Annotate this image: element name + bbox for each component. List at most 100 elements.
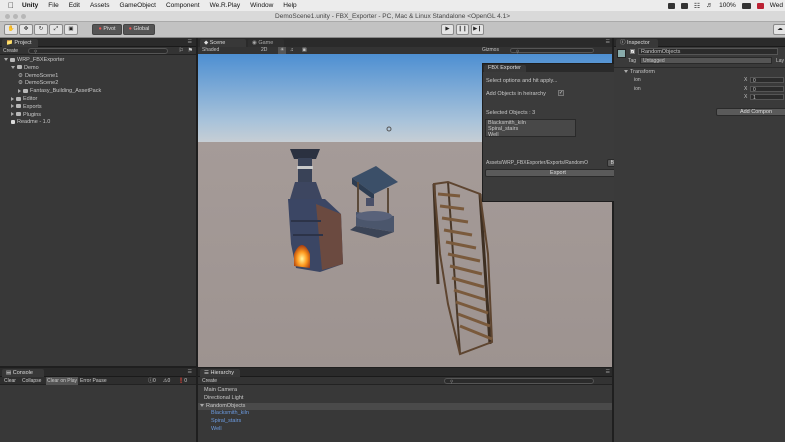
active-checkbox[interactable]: ✓ [630, 49, 635, 54]
export-button[interactable]: Export [485, 169, 631, 177]
battery-percent[interactable]: 100% [719, 2, 736, 9]
project-item-6[interactable]: Exports [11, 104, 42, 111]
scene-gizmo[interactable] [590, 56, 602, 60]
project-item-2[interactable]: ⚙ DemoScene1 [18, 73, 58, 80]
object-name-field[interactable]: RandomObjects [638, 48, 778, 55]
project-search-input[interactable]: ⚲ [28, 48, 168, 54]
transform-header[interactable]: Transform [614, 67, 785, 75]
warning-count[interactable]: ⚠0 [163, 377, 170, 385]
error-count[interactable]: ❗0 [178, 377, 187, 385]
folder-icon [17, 65, 22, 70]
hierarchy-create-button[interactable]: Create [202, 378, 217, 384]
project-item-8[interactable]: Readme - 1.0 [11, 119, 50, 126]
hierarchy-search-input[interactable]: ⚲ [444, 378, 594, 384]
mode-2d-button[interactable]: 2D [261, 47, 267, 54]
pause-icon[interactable]: ❙❙ [456, 24, 469, 35]
scale-tool-icon[interactable]: ⤢ [49, 24, 63, 35]
project-item-7[interactable]: Plugins [11, 112, 41, 119]
global-button[interactable]: ● Global [123, 24, 155, 35]
rect-tool-icon[interactable]: ▣ [64, 24, 78, 35]
project-item-3[interactable]: ⚙ DemoScene2 [18, 80, 58, 87]
menu-window[interactable]: Window [250, 2, 273, 9]
minimize-window-icon[interactable] [13, 14, 18, 19]
hierarchy-item-1[interactable]: Directional Light [198, 395, 612, 402]
tag-dropdown[interactable]: Untagged [640, 57, 772, 64]
shading-dropdown[interactable]: Shaded [202, 47, 219, 53]
tab-game[interactable]: ◉ Game [248, 39, 284, 47]
play-icon[interactable]: ▶ [441, 24, 454, 35]
axis-label: X [744, 85, 748, 92]
hand-tool-icon[interactable]: ✋ [4, 24, 18, 35]
project-item-5[interactable]: Editor [11, 96, 37, 103]
transform-value-field[interactable]: 0 [750, 77, 784, 84]
transform-label: Transform [630, 69, 655, 75]
lighting-toggle-icon[interactable]: ☀ [278, 47, 287, 54]
filter-label-icon[interactable]: ⚑ [188, 47, 193, 55]
menu-gameobject[interactable]: GameObject [119, 2, 156, 9]
project-item-4[interactable]: Fantasy_Building_AssetPack [18, 88, 101, 95]
hierarchy-item-2[interactable]: RandomObjects [198, 402, 612, 410]
panel-menu-icon[interactable]: ☰ [188, 39, 192, 45]
pivot-button[interactable]: ● Pivot [92, 24, 122, 35]
menu-app[interactable]: Unity [22, 2, 38, 9]
audio-toggle-icon[interactable]: ♫ [290, 47, 294, 54]
hierarchy-item-5[interactable]: Well [198, 426, 612, 433]
menu-component[interactable]: Component [166, 2, 200, 9]
move-tool-icon[interactable]: ✥ [19, 24, 33, 35]
transform-value-field[interactable]: 1 [750, 94, 784, 101]
transform-value-field[interactable]: 0 [750, 85, 784, 93]
collapsed-arrow-icon[interactable] [11, 104, 14, 109]
flag-icon[interactable] [756, 2, 764, 9]
menu-edit[interactable]: Edit [69, 2, 80, 9]
console-clear-on-play-button[interactable]: Clear on Play [46, 377, 79, 385]
hierarchy-item-4[interactable]: Spiral_stairs [198, 418, 612, 425]
clock[interactable]: Wed [770, 2, 783, 9]
collapsed-arrow-icon[interactable] [11, 112, 14, 117]
selected-objects-list[interactable]: Blacksmith_kiln Spiral_stairs Well [485, 119, 576, 138]
hierarchy-item-label: RandomObjects [206, 402, 246, 409]
scene-menu-icon[interactable]: ☰ [606, 39, 610, 45]
hierarchy-item-3[interactable]: Blacksmith_kiln [198, 410, 612, 417]
volume-icon[interactable]: ♬ [706, 2, 713, 9]
menu-assets[interactable]: Assets [90, 2, 110, 9]
tab-console[interactable]: ▤ Console [2, 369, 44, 377]
cloud-services-icon[interactable]: ☁ [773, 24, 785, 35]
tab-inspector[interactable]: ⓘ Inspector [616, 39, 658, 47]
hierarchy-menu-icon[interactable]: ☰ [606, 369, 610, 375]
project-item-1[interactable]: Demo [11, 65, 39, 72]
scene-search-input[interactable]: ⚲ [510, 48, 594, 54]
zoom-window-icon[interactable] [21, 14, 26, 19]
gizmos-dropdown[interactable]: Gizmos [482, 47, 499, 54]
airplay-icon[interactable] [667, 2, 675, 9]
hierarchy-item-0[interactable]: Main Camera [198, 387, 612, 394]
add-objects-checkbox[interactable]: ✓ [558, 90, 564, 96]
cloud-icon[interactable] [680, 2, 688, 9]
expanded-arrow-icon[interactable] [200, 403, 204, 407]
project-create-button[interactable]: Create [3, 48, 18, 54]
console-collapse-button[interactable]: Collapse [22, 377, 41, 385]
step-icon[interactable]: ▶❙ [471, 24, 484, 35]
tab-fbx-exporter[interactable]: FBX Exporter [484, 65, 526, 72]
wifi-icon[interactable]: ☷ [694, 2, 700, 10]
menu-file[interactable]: File [48, 2, 58, 9]
console-menu-icon[interactable]: ☰ [188, 369, 192, 375]
filter-type-icon[interactable]: ⚐ [179, 47, 184, 55]
project-item-0[interactable]: WRP_FBXExporter [4, 57, 64, 64]
console-clear-button[interactable]: Clear [4, 377, 16, 385]
rotate-tool-icon[interactable]: ↻ [34, 24, 48, 35]
tab-scene[interactable]: ◆ Scene [200, 39, 246, 47]
tab-hierarchy[interactable]: ☰ Hierarchy [200, 369, 240, 377]
effects-toggle-icon[interactable]: ▣ [302, 47, 307, 54]
close-window-icon[interactable] [5, 14, 10, 19]
info-count[interactable]: ⓘ0 [148, 377, 156, 385]
console-error-pause-button[interactable]: Error Pause [80, 377, 107, 385]
expanded-arrow-icon[interactable] [4, 58, 8, 62]
expanded-arrow-icon[interactable] [11, 65, 15, 69]
collapsed-arrow-icon[interactable] [18, 88, 21, 93]
collapsed-arrow-icon[interactable] [11, 96, 14, 101]
menu-werplay[interactable]: We.R.Play [210, 2, 241, 9]
add-component-button[interactable]: Add Compon [716, 108, 785, 116]
menu-help[interactable]: Help [283, 2, 296, 9]
apple-icon[interactable]:  [8, 1, 16, 10]
tab-project[interactable]: 📁 Project [2, 39, 38, 47]
